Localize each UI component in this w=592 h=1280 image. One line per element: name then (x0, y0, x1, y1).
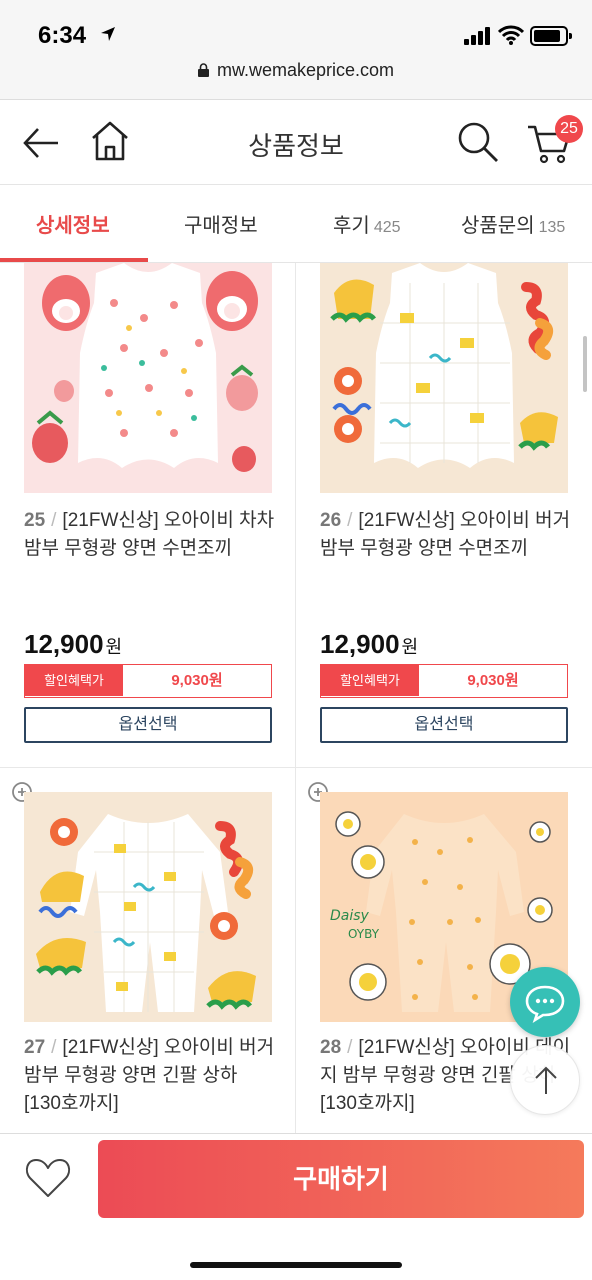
status-time: 6:34 (38, 22, 87, 49)
active-tab-indicator (0, 258, 148, 262)
price-unit: 원 (401, 637, 419, 657)
tab-label: 구매정보 (184, 215, 258, 237)
app-header: 상품정보 (0, 100, 592, 185)
product-grid: 25/[21FW신상] 오아이비 차차 밤부 무형광 양면 수면조끼 12,90… (0, 263, 592, 1133)
discount-label: 할인혜택가 (321, 665, 419, 696)
price-unit: 원 (105, 637, 123, 657)
product-price: 12,900 원 (320, 629, 418, 660)
product-image-burger-vest[interactable] (320, 263, 568, 493)
scrollbar[interactable] (583, 336, 587, 392)
image-text-daisy: Daisy (330, 908, 370, 924)
product-number: 27 (24, 1037, 46, 1058)
tab-detail[interactable]: 상세정보 (36, 209, 110, 238)
price-value: 12,900 (24, 629, 104, 659)
price-value: 12,900 (320, 629, 400, 659)
url-bar[interactable]: mw.wemakeprice.com (0, 60, 592, 81)
product-card[interactable]: 25/[21FW신상] 오아이비 차차 밤부 무형광 양면 수면조끼 12,90… (0, 263, 296, 767)
home-indicator (190, 1262, 402, 1268)
tab-reviews[interactable]: 후기 425 (333, 209, 401, 238)
discount-box: 할인혜택가 9,030원 (320, 664, 568, 698)
discount-label: 할인혜택가 (25, 665, 123, 696)
product-number: 25 (24, 510, 46, 531)
lock-icon (197, 63, 209, 77)
product-name: [21FW신상] 오아이비 버거 밤부 무형광 양면 긴팔 상하 [130호까지… (24, 1037, 275, 1114)
product-name: [21FW신상] 오아이비 버거 밤부 무형광 양면 수면조끼 (320, 510, 571, 559)
option-select-button[interactable]: 옵션선택 (24, 707, 272, 743)
scroll-top-button[interactable] (510, 1045, 580, 1115)
product-title[interactable]: 26/[21FW신상] 오아이비 버거 밤부 무형광 양면 수면조끼 (320, 507, 572, 563)
product-image-burger-pajama[interactable] (24, 792, 272, 1022)
tab-label: 상세정보 (36, 215, 110, 237)
discount-box: 할인혜택가 9,030원 (24, 664, 272, 698)
tab-count: 135 (538, 219, 566, 236)
product-card[interactable]: 26/[21FW신상] 오아이비 버거 밤부 무형광 양면 수면조끼 12,90… (296, 263, 592, 767)
location-arrow-icon (101, 27, 115, 41)
bottom-action-bar: 구매하기 (0, 1133, 592, 1280)
image-text-oyby: OYBY (348, 927, 380, 941)
chat-bubble-icon (525, 985, 565, 1024)
arrow-up-icon (535, 1066, 557, 1094)
product-number: 28 (320, 1037, 342, 1058)
product-title[interactable]: 27/[21FW신상] 오아이비 버거 밤부 무형광 양면 긴팔 상하 [130… (24, 1034, 276, 1118)
product-price: 12,900 원 (24, 629, 122, 660)
tab-questions[interactable]: 상품문의 135 (461, 209, 565, 238)
product-card[interactable]: 27/[21FW신상] 오아이비 버거 밤부 무형광 양면 긴팔 상하 [130… (0, 768, 296, 1133)
heart-icon[interactable] (24, 1156, 72, 1200)
product-name: [21FW신상] 오아이비 차차 밤부 무형광 양면 수면조끼 (24, 510, 275, 559)
tab-purchase-info[interactable]: 구매정보 (184, 209, 258, 238)
tab-count: 425 (373, 219, 401, 236)
wifi-icon (498, 25, 524, 45)
discount-price: 9,030원 (171, 672, 223, 689)
product-number: 26 (320, 510, 342, 531)
chat-button[interactable] (510, 967, 580, 1037)
search-icon[interactable] (456, 120, 500, 164)
cart-count-badge: 25 (555, 115, 583, 143)
tab-label: 후기 (333, 215, 370, 237)
url-text: mw.wemakeprice.com (216, 60, 395, 80)
status-bar: 6:34 mw.wemakeprice.com (0, 0, 592, 100)
product-title[interactable]: 25/[21FW신상] 오아이비 차차 밤부 무형광 양면 수면조끼 (24, 507, 276, 563)
tab-bar: 상세정보 구매정보 후기 425 상품문의 135 (0, 185, 592, 263)
tab-label: 상품문의 (461, 215, 535, 237)
page-title: 상품정보 (248, 131, 344, 161)
buy-button[interactable]: 구매하기 (98, 1140, 584, 1218)
signal-icon (464, 27, 492, 45)
discount-price: 9,030원 (467, 672, 519, 689)
battery-icon (530, 26, 572, 46)
product-image-strawberry-vest[interactable] (24, 263, 272, 493)
option-select-button[interactable]: 옵션선택 (320, 707, 568, 743)
